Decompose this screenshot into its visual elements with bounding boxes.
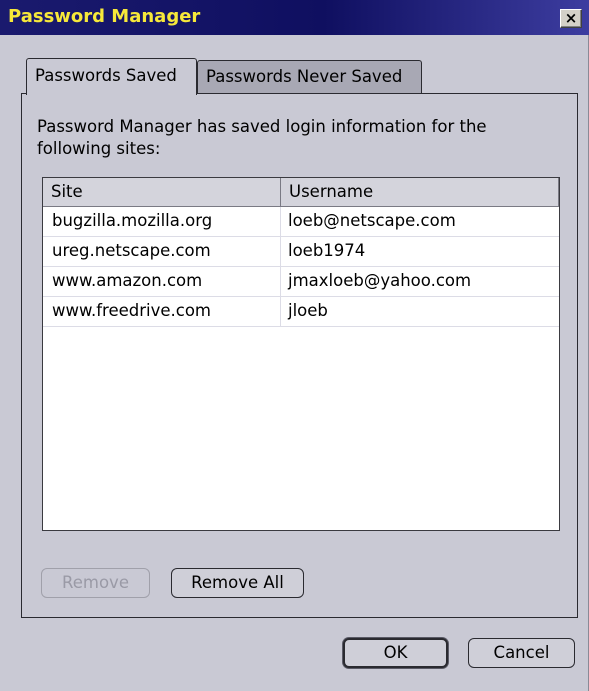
tab-passwords-saved[interactable]: Passwords Saved: [26, 58, 197, 95]
remove-all-button[interactable]: Remove All: [171, 568, 304, 598]
username-cell: jmaxloeb@yahoo.com: [288, 271, 472, 290]
table-row[interactable]: www.freedrive.com jloeb: [43, 297, 559, 327]
site-cell: www.amazon.com: [43, 267, 281, 296]
username-cell: loeb@netscape.com: [288, 211, 456, 230]
saved-passwords-table[interactable]: Site Username bugzilla.mozilla.org loeb@…: [42, 177, 560, 531]
username-cell: loeb1974: [288, 241, 366, 260]
window-title: Password Manager: [8, 6, 201, 27]
remove-button[interactable]: Remove: [41, 568, 150, 598]
password-manager-window: Password Manager × Passwords Saved Passw…: [0, 0, 589, 691]
tab-passwords-never-saved[interactable]: Passwords Never Saved: [197, 60, 422, 94]
close-icon: ×: [564, 9, 578, 27]
cancel-button[interactable]: Cancel: [468, 638, 575, 668]
site-cell: ureg.netscape.com: [43, 237, 281, 266]
site-cell: www.freedrive.com: [43, 297, 281, 326]
table-header: Site Username: [43, 178, 559, 207]
title-bar[interactable]: Password Manager ×: [0, 0, 589, 35]
site-cell: bugzilla.mozilla.org: [43, 207, 281, 236]
ok-button[interactable]: OK: [343, 638, 448, 668]
close-button[interactable]: ×: [560, 9, 582, 28]
column-header-username[interactable]: Username: [281, 178, 559, 206]
username-cell: jloeb: [288, 301, 328, 320]
table-row[interactable]: bugzilla.mozilla.org loeb@netscape.com: [43, 207, 559, 237]
column-header-site[interactable]: Site: [43, 178, 281, 206]
table-row[interactable]: ureg.netscape.com loeb1974: [43, 237, 559, 267]
table-row[interactable]: www.amazon.com jmaxloeb@yahoo.com: [43, 267, 559, 297]
description-text: Password Manager has saved login informa…: [37, 117, 487, 158]
